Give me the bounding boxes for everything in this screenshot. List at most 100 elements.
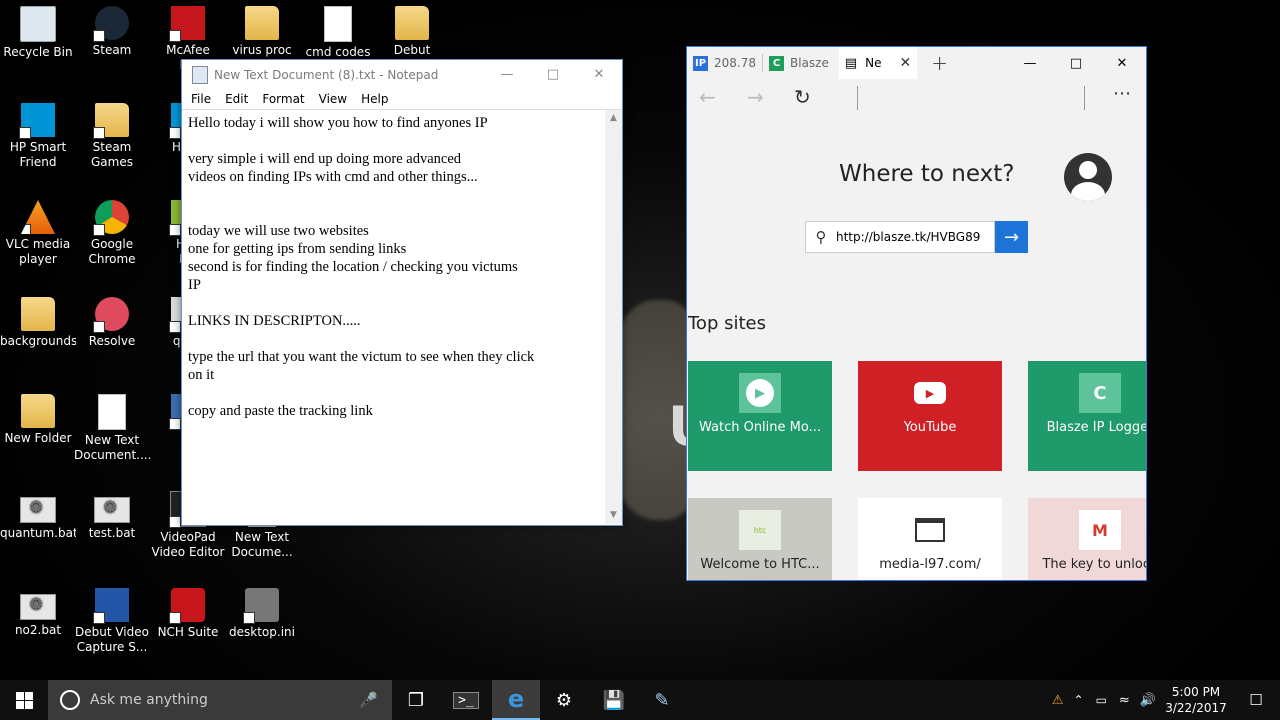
- nch-suite-icon: [169, 588, 205, 624]
- close-tab-icon[interactable]: ✕: [900, 55, 912, 71]
- menu-format[interactable]: Format: [255, 92, 311, 106]
- edge-window[interactable]: IP 208.78 C Blasze ▤ Ne ✕ + — □ ✕ ← → ↻ …: [686, 46, 1147, 581]
- desktop-icon-cmd-codes[interactable]: cmd codes: [300, 6, 376, 60]
- new-tab-page: Where to next? ⚲ http://blasze.tk/HVBG89…: [687, 117, 1146, 580]
- desktop-icon-test-bat[interactable]: test.bat: [74, 491, 150, 541]
- tile-htc[interactable]: htc Welcome to HTC...: [688, 498, 832, 580]
- task-view-icon: ❐: [407, 689, 425, 711]
- notepad-titlebar[interactable]: New Text Document (8).txt - Notepad — □ …: [182, 60, 622, 89]
- search-input[interactable]: http://blasze.tk/HVBG89: [836, 230, 994, 244]
- wifi-icon[interactable]: ≈: [1119, 693, 1130, 708]
- debut-video-icon: [93, 588, 129, 624]
- desktop-icon-label: virus proc: [232, 43, 292, 57]
- taskbar-edge[interactable]: e: [492, 680, 540, 720]
- desktop-icon-label: Resolve: [88, 334, 136, 348]
- scroll-up-icon[interactable]: ▲: [605, 110, 622, 127]
- desktop-icon-label: Steam: [92, 43, 132, 57]
- maximize-button[interactable]: □: [1053, 47, 1099, 79]
- back-icon[interactable]: ←: [699, 85, 716, 109]
- notepad-app-icon: [192, 65, 208, 84]
- desktop-icon-vlc[interactable]: VLC media player: [0, 200, 76, 267]
- action-center-icon[interactable]: ☐: [1232, 691, 1280, 709]
- minimize-button[interactable]: —: [1007, 47, 1053, 79]
- start-button[interactable]: [0, 680, 48, 720]
- close-icon: ✕: [1116, 55, 1128, 71]
- menu-edit[interactable]: Edit: [218, 92, 255, 106]
- desktop-icon-backgrounds[interactable]: backgrounds: [0, 297, 76, 349]
- minimize-button[interactable]: —: [484, 60, 530, 89]
- desktop-icon-nch-suite[interactable]: NCH Suite: [150, 588, 226, 640]
- tile-label: Watch Online Mo...: [698, 420, 821, 435]
- taskbar-notepad[interactable]: ✎: [638, 680, 686, 720]
- notepad-text-area[interactable]: Hello today i will show you how to find …: [182, 110, 604, 524]
- desktop-icon-recycle-bin[interactable]: Recycle Bin: [0, 6, 76, 60]
- more-icon[interactable]: ⋯: [1113, 83, 1131, 104]
- profile-avatar-icon[interactable]: [1064, 153, 1112, 201]
- debut-folder-icon: [395, 6, 429, 40]
- no2-bat-icon: [20, 594, 56, 620]
- notepad-title: New Text Document (8).txt - Notepad: [214, 67, 439, 82]
- clock[interactable]: 5:00 PM 3/22/2017: [1160, 684, 1232, 716]
- tab-blasze[interactable]: C Blasze: [763, 47, 835, 79]
- tab-new[interactable]: ▤ Ne ✕: [838, 47, 918, 79]
- desktop-icon-steam-games[interactable]: Steam Games: [74, 103, 150, 170]
- menu-file[interactable]: File: [184, 92, 218, 106]
- tile-blasze[interactable]: C Blasze IP Logger: [1028, 361, 1146, 471]
- backgrounds-icon: [21, 297, 55, 331]
- search-icon: ⚲: [815, 228, 827, 246]
- desktop-icon-label: VideoPad: [160, 530, 216, 544]
- tab-label: Blasze: [790, 56, 829, 70]
- desktop-icon-new-folder[interactable]: New Folder: [0, 394, 76, 446]
- go-button[interactable]: →: [995, 221, 1028, 253]
- notepad-window[interactable]: New Text Document (8).txt - Notepad — □ …: [181, 59, 623, 526]
- notepad-menubar: File Edit Format View Help: [182, 89, 622, 110]
- taskbar-app[interactable]: 💾: [590, 680, 638, 720]
- chevron-up-icon[interactable]: ⌃: [1074, 693, 1084, 707]
- desktop-icon-hp-smart-friend[interactable]: HP Smart Friend: [0, 103, 76, 170]
- nav-separator: [1084, 86, 1085, 110]
- desktop-icon-steam[interactable]: Steam: [74, 6, 150, 58]
- edge-icon: e: [507, 685, 525, 713]
- system-tray: ⚠ ⌃ ▭ ≈ 🔊 5:00 PM 3/22/2017 ☐: [1052, 680, 1280, 720]
- notepad-scrollbar[interactable]: ▲ ▼: [605, 110, 622, 524]
- close-button[interactable]: ✕: [576, 60, 622, 89]
- menu-view[interactable]: View: [312, 92, 354, 106]
- desktop-icon-label-line2: Document....: [74, 448, 150, 462]
- desktop-icon-quantum-bat[interactable]: quantum.bat: [0, 491, 76, 541]
- close-button[interactable]: ✕: [1099, 47, 1145, 79]
- search-bar[interactable]: ⚲ http://blasze.tk/HVBG89: [805, 221, 995, 253]
- security-alert-icon[interactable]: ⚠: [1052, 693, 1064, 708]
- tab-ip[interactable]: IP 208.78: [687, 47, 762, 79]
- tile-gmail[interactable]: M The key to unlock: [1028, 498, 1146, 580]
- taskbar-settings[interactable]: ⚙: [540, 680, 588, 720]
- forward-icon[interactable]: →: [747, 85, 764, 109]
- menu-help[interactable]: Help: [354, 92, 395, 106]
- desktop-icon-debut-video[interactable]: Debut Video Capture S...: [74, 588, 150, 655]
- desktop-icon-no2-bat[interactable]: no2.bat: [0, 588, 76, 638]
- desktop-icon-google-chrome[interactable]: Google Chrome: [74, 200, 150, 267]
- tile-watch-online[interactable]: ▶ Watch Online Mo...: [688, 361, 832, 471]
- desktop-icon-debut-folder[interactable]: Debut: [374, 6, 450, 58]
- battery-icon[interactable]: ▭: [1096, 693, 1107, 707]
- google-chrome-icon: [93, 200, 129, 236]
- terminal-icon: >_: [453, 691, 479, 709]
- taskbar: Ask me anything 🎤 ❐ >_ e ⚙ 💾 ✎ ⚠ ⌃ ▭ ≈ 🔊…: [0, 680, 1280, 720]
- new-text-doc-1-icon: [98, 394, 126, 430]
- desktop-icon-new-text-doc-1[interactable]: New Text Document....: [74, 394, 150, 463]
- desktop-icon-desktop-ini[interactable]: desktop.ini: [224, 588, 300, 640]
- tile-media[interactable]: media-l97.com/: [858, 498, 1002, 580]
- scroll-down-icon[interactable]: ▼: [605, 507, 622, 524]
- refresh-icon[interactable]: ↻: [794, 85, 811, 109]
- microphone-icon[interactable]: 🎤: [359, 691, 378, 709]
- taskbar-cmd[interactable]: >_: [442, 680, 490, 720]
- volume-icon[interactable]: 🔊: [1140, 693, 1156, 708]
- maximize-button[interactable]: □: [530, 60, 576, 89]
- desktop-icon-resolve[interactable]: Resolve: [74, 297, 150, 349]
- blasze-icon: C: [1079, 373, 1121, 413]
- task-view-button[interactable]: ❐: [392, 680, 440, 720]
- cortana-search-box[interactable]: Ask me anything 🎤: [48, 680, 392, 720]
- cortana-icon: [60, 690, 80, 710]
- new-tab-icon[interactable]: +: [931, 51, 948, 75]
- tile-youtube[interactable]: ▶ YouTube: [858, 361, 1002, 471]
- desktop-icon-virus-proc[interactable]: virus proc: [224, 6, 300, 58]
